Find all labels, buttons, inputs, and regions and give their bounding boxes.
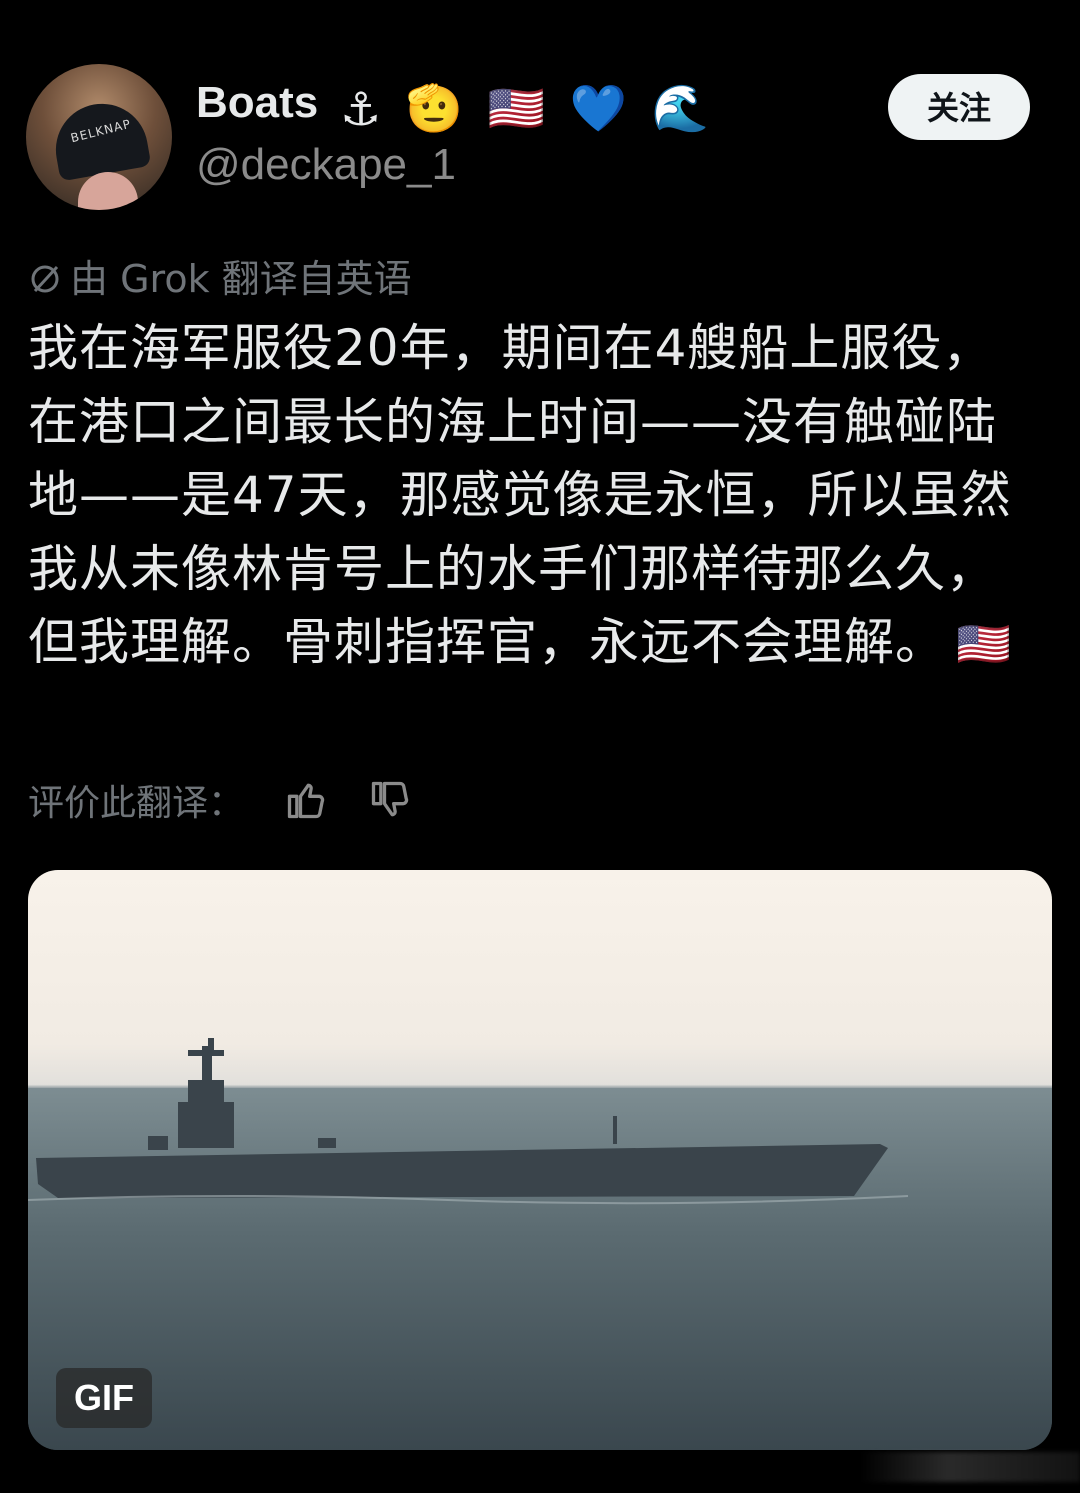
author-handle[interactable]: @deckape_1 bbox=[196, 140, 456, 190]
rate-translation-row: 评价此翻译： bbox=[28, 772, 412, 828]
thumbs-up-icon[interactable] bbox=[284, 778, 328, 822]
no-translation-icon bbox=[28, 257, 62, 301]
post-text: 我在海军服役20年，期间在4艘船上服役，在港口之间最长的海上时间——没有触碰陆地… bbox=[28, 312, 1028, 682]
author-name-emojis: ⚓ 🫡 🇺🇸 💙 🌊 bbox=[340, 78, 719, 138]
gif-badge: GIF bbox=[56, 1368, 152, 1428]
translation-note[interactable]: 由 Grok 翻译自英语 bbox=[28, 248, 412, 303]
post-body: 我在海军服役20年，期间在4艘船上服役，在港口之间最长的海上时间——没有触碰陆地… bbox=[28, 319, 1012, 671]
us-flag-emoji-icon: 🇺🇸 bbox=[956, 619, 1012, 670]
blue-heart-emoji-icon: 💙 bbox=[569, 81, 627, 135]
aircraft-carrier-image bbox=[28, 1038, 1052, 1450]
avatar-cap bbox=[48, 96, 152, 182]
watermark bbox=[860, 1452, 1080, 1482]
anchor-emoji-icon: ⚓ bbox=[340, 81, 382, 136]
wave-emoji-icon: 🌊 bbox=[651, 81, 709, 135]
us-flag-emoji-icon: 🇺🇸 bbox=[487, 81, 546, 135]
author-display-name[interactable]: Boats bbox=[196, 78, 318, 128]
thumbs-down-icon[interactable] bbox=[368, 778, 412, 822]
salute-emoji-icon: 🫡 bbox=[405, 81, 464, 135]
avatar-face bbox=[78, 172, 138, 210]
rate-translation-label: 评价此翻译： bbox=[28, 783, 245, 824]
translation-note-text: 由 Grok 翻译自英语 bbox=[70, 257, 412, 301]
author-avatar[interactable]: BELKNAP bbox=[26, 64, 172, 210]
post-media-gif[interactable]: GIF bbox=[28, 870, 1052, 1450]
follow-button[interactable]: 关注 bbox=[888, 74, 1030, 140]
